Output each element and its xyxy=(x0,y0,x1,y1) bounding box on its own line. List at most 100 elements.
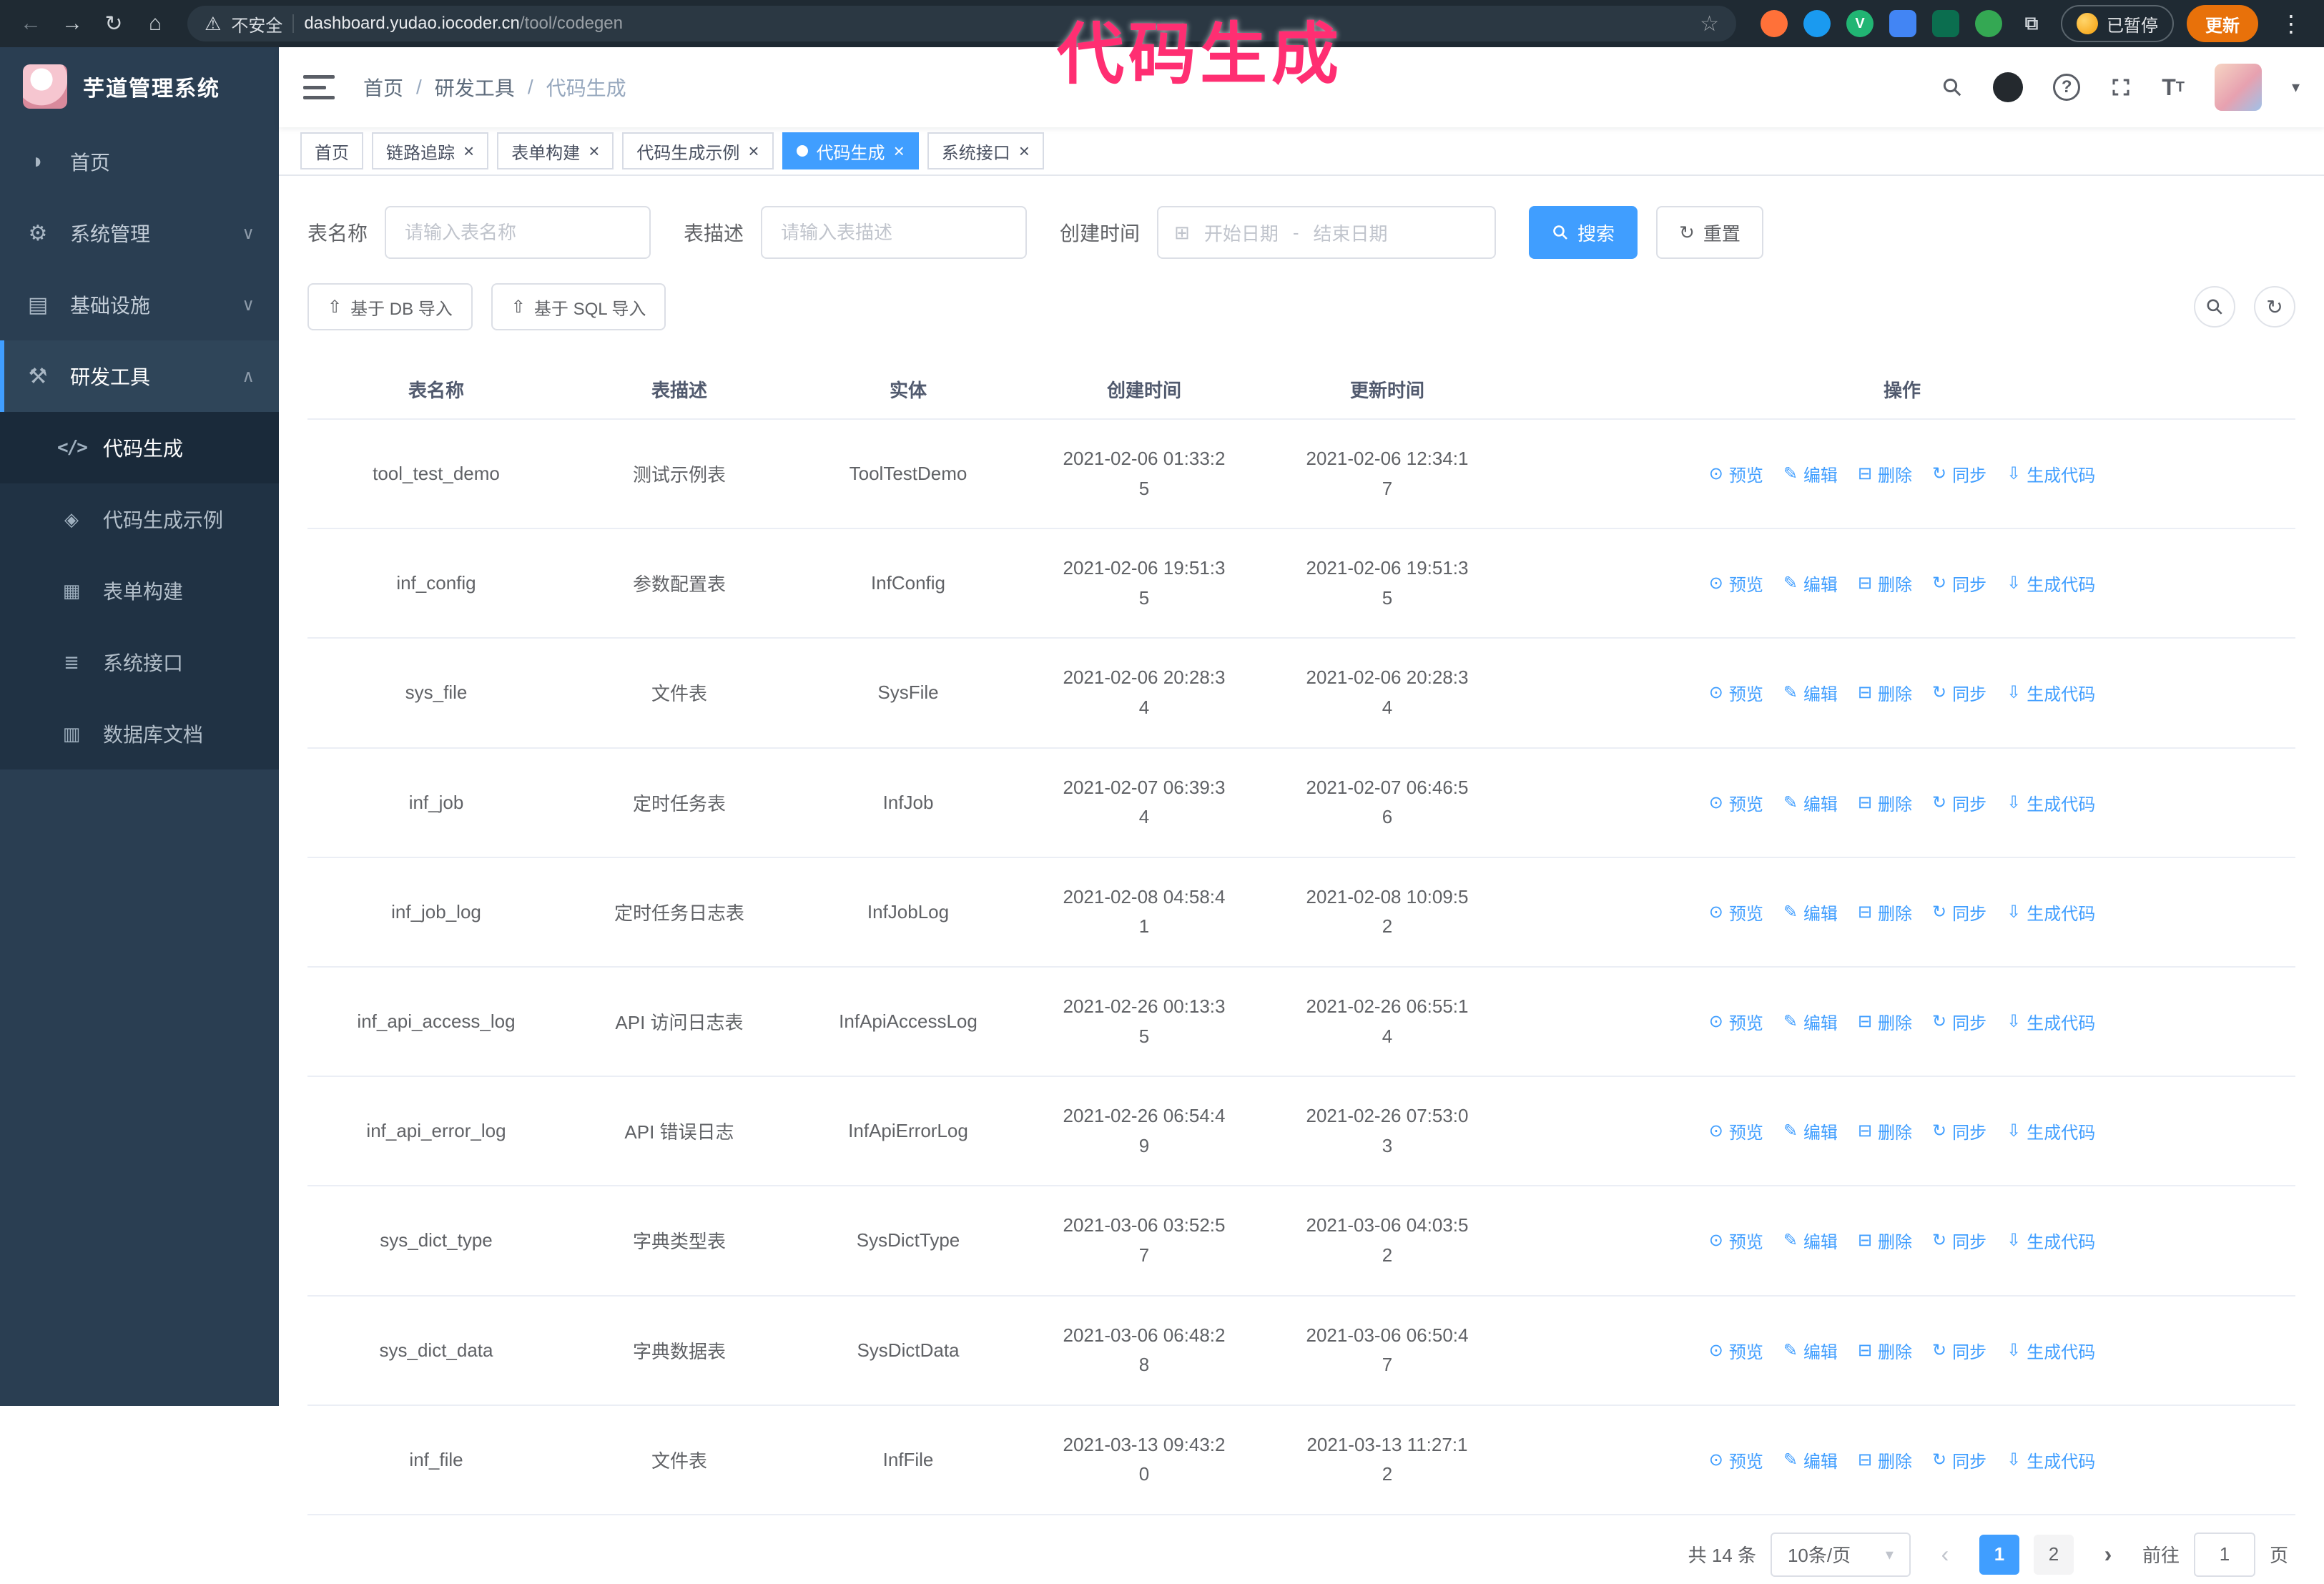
sync-link[interactable]: ↻ 同步 xyxy=(1932,1447,1986,1472)
search-icon[interactable] xyxy=(1941,77,1963,98)
tab-close-icon[interactable]: × xyxy=(1019,142,1030,160)
sidebar-item-devtools[interactable]: ⚒ 研发工具 ∧ xyxy=(0,340,279,412)
date-range-picker[interactable]: ⊞ 开始日期 - 结束日期 xyxy=(1157,206,1497,259)
browser-back-icon[interactable]: ← xyxy=(13,6,49,41)
tab-close-icon[interactable]: × xyxy=(894,142,905,160)
edit-link[interactable]: ✎ 编辑 xyxy=(1783,900,1838,925)
breadcrumb-item[interactable]: 首页 xyxy=(363,73,403,102)
sync-link[interactable]: ↻ 同步 xyxy=(1932,680,1986,705)
sync-link[interactable]: ↻ 同步 xyxy=(1932,900,1986,925)
edit-link[interactable]: ✎ 编辑 xyxy=(1783,1228,1838,1253)
edit-link[interactable]: ✎ 编辑 xyxy=(1783,1338,1838,1363)
submenu-item-api[interactable]: ≣ 系统接口 xyxy=(0,626,279,698)
generate-code-link[interactable]: ⇩ 生成代码 xyxy=(2007,680,2095,705)
preview-link[interactable]: ⊙ 预览 xyxy=(1709,571,1763,596)
tab-close-icon[interactable]: × xyxy=(589,142,599,160)
browser-refresh-icon[interactable]: ↻ xyxy=(96,6,132,41)
table-name-input[interactable] xyxy=(385,206,651,259)
preview-link[interactable]: ⊙ 预览 xyxy=(1709,1338,1763,1363)
submenu-item-form-builder[interactable]: ▦ 表单构建 xyxy=(0,555,279,626)
sync-link[interactable]: ↻ 同步 xyxy=(1932,571,1986,596)
sync-link[interactable]: ↻ 同步 xyxy=(1932,790,1986,815)
sync-link[interactable]: ↻ 同步 xyxy=(1932,1009,1986,1034)
extensions-puzzle-icon[interactable]: ⧉ xyxy=(2018,10,2045,37)
extension-icon[interactable] xyxy=(1761,10,1788,37)
prev-page-button[interactable]: ‹ xyxy=(1925,1535,1965,1575)
browser-menu-icon[interactable]: ⋮ xyxy=(2271,10,2311,37)
delete-link[interactable]: ⊟ 删除 xyxy=(1858,1447,1912,1472)
help-icon[interactable]: ? xyxy=(2053,74,2081,101)
delete-link[interactable]: ⊟ 删除 xyxy=(1858,790,1912,815)
edit-link[interactable]: ✎ 编辑 xyxy=(1783,1118,1838,1143)
refresh-table-button[interactable]: ↻ xyxy=(2254,286,2295,328)
edit-link[interactable]: ✎ 编辑 xyxy=(1783,571,1838,596)
edit-link[interactable]: ✎ 编辑 xyxy=(1783,1009,1838,1034)
sync-link[interactable]: ↻ 同步 xyxy=(1932,461,1986,486)
tab-api[interactable]: 系统接口 × xyxy=(927,132,1044,169)
import-sql-button[interactable]: ⇧ 基于 SQL 导入 xyxy=(491,283,666,330)
sync-link[interactable]: ↻ 同步 xyxy=(1932,1228,1986,1253)
preview-link[interactable]: ⊙ 预览 xyxy=(1709,461,1763,486)
user-avatar[interactable] xyxy=(2214,64,2262,111)
goto-page-input[interactable] xyxy=(2193,1532,2255,1577)
generate-code-link[interactable]: ⇩ 生成代码 xyxy=(2007,900,2095,925)
table-desc-input[interactable] xyxy=(761,206,1028,259)
delete-link[interactable]: ⊟ 删除 xyxy=(1858,571,1912,596)
sidebar-item-system-management[interactable]: ⚙ 系统管理 ∨ xyxy=(0,197,279,269)
sidebar-item-home[interactable]: ◗ 首页 xyxy=(0,126,279,197)
sidebar-item-infrastructure[interactable]: ▤ 基础设施 ∨ xyxy=(0,269,279,340)
paused-badge[interactable]: 已暂停 xyxy=(2061,5,2174,42)
tab-codegen[interactable]: 代码生成 × xyxy=(782,132,919,169)
generate-code-link[interactable]: ⇩ 生成代码 xyxy=(2007,790,2095,815)
delete-link[interactable]: ⊟ 删除 xyxy=(1858,1338,1912,1363)
submenu-item-database-doc[interactable]: ▥ 数据库文档 xyxy=(0,698,279,769)
address-bar[interactable]: ⚠ 不安全 dashboard.yudao.iocoder.cn/tool/co… xyxy=(187,6,1736,41)
sync-link[interactable]: ↻ 同步 xyxy=(1932,1338,1986,1363)
tab-codegen-example[interactable]: 代码生成示例 × xyxy=(622,132,774,169)
submenu-item-codegen[interactable]: </> 代码生成 xyxy=(0,412,279,483)
preview-link[interactable]: ⊙ 预览 xyxy=(1709,680,1763,705)
toggle-search-button[interactable] xyxy=(2194,286,2235,328)
delete-link[interactable]: ⊟ 删除 xyxy=(1858,900,1912,925)
edit-link[interactable]: ✎ 编辑 xyxy=(1783,680,1838,705)
tab-close-icon[interactable]: × xyxy=(463,142,474,160)
sync-link[interactable]: ↻ 同步 xyxy=(1932,1118,1986,1143)
font-size-icon[interactable]: TT xyxy=(2162,74,2185,101)
preview-link[interactable]: ⊙ 预览 xyxy=(1709,1009,1763,1034)
generate-code-link[interactable]: ⇩ 生成代码 xyxy=(2007,1338,2095,1363)
tab-close-icon[interactable]: × xyxy=(748,142,759,160)
generate-code-link[interactable]: ⇩ 生成代码 xyxy=(2007,461,2095,486)
submenu-item-codegen-example[interactable]: ◈ 代码生成示例 xyxy=(0,483,279,555)
page-number-1[interactable]: 1 xyxy=(1979,1534,2019,1575)
preview-link[interactable]: ⊙ 预览 xyxy=(1709,790,1763,815)
bookmark-star-icon[interactable]: ☆ xyxy=(1700,11,1719,36)
delete-link[interactable]: ⊟ 删除 xyxy=(1858,461,1912,486)
tab-home[interactable]: 首页 xyxy=(300,132,363,169)
fullscreen-icon[interactable] xyxy=(2110,77,2132,98)
next-page-button[interactable]: › xyxy=(2088,1535,2128,1575)
github-icon[interactable] xyxy=(1993,72,2024,102)
search-button[interactable]: 搜索 xyxy=(1529,206,1638,259)
edit-link[interactable]: ✎ 编辑 xyxy=(1783,790,1838,815)
generate-code-link[interactable]: ⇩ 生成代码 xyxy=(2007,1228,2095,1253)
delete-link[interactable]: ⊟ 删除 xyxy=(1858,1118,1912,1143)
extension-icon[interactable] xyxy=(1932,10,1959,37)
reset-button[interactable]: ↻ 重置 xyxy=(1656,206,1763,259)
generate-code-link[interactable]: ⇩ 生成代码 xyxy=(2007,1447,2095,1472)
extension-icon[interactable] xyxy=(1803,10,1831,37)
page-size-select[interactable]: 10条/页 ▾ xyxy=(1770,1532,1911,1577)
generate-code-link[interactable]: ⇩ 生成代码 xyxy=(2007,571,2095,596)
preview-link[interactable]: ⊙ 预览 xyxy=(1709,1118,1763,1143)
app-logo[interactable]: 芋道管理系统 xyxy=(0,47,279,126)
delete-link[interactable]: ⊟ 删除 xyxy=(1858,680,1912,705)
delete-link[interactable]: ⊟ 删除 xyxy=(1858,1228,1912,1253)
edit-link[interactable]: ✎ 编辑 xyxy=(1783,461,1838,486)
avatar-caret-icon[interactable]: ▾ xyxy=(2292,78,2300,97)
breadcrumb-item[interactable]: 研发工具 xyxy=(435,73,515,102)
tab-tracing[interactable]: 链路追踪 × xyxy=(372,132,489,169)
preview-link[interactable]: ⊙ 预览 xyxy=(1709,1447,1763,1472)
import-db-button[interactable]: ⇧ 基于 DB 导入 xyxy=(307,283,473,330)
page-number-2[interactable]: 2 xyxy=(2033,1534,2074,1575)
extension-icon[interactable] xyxy=(1889,10,1916,37)
delete-link[interactable]: ⊟ 删除 xyxy=(1858,1009,1912,1034)
